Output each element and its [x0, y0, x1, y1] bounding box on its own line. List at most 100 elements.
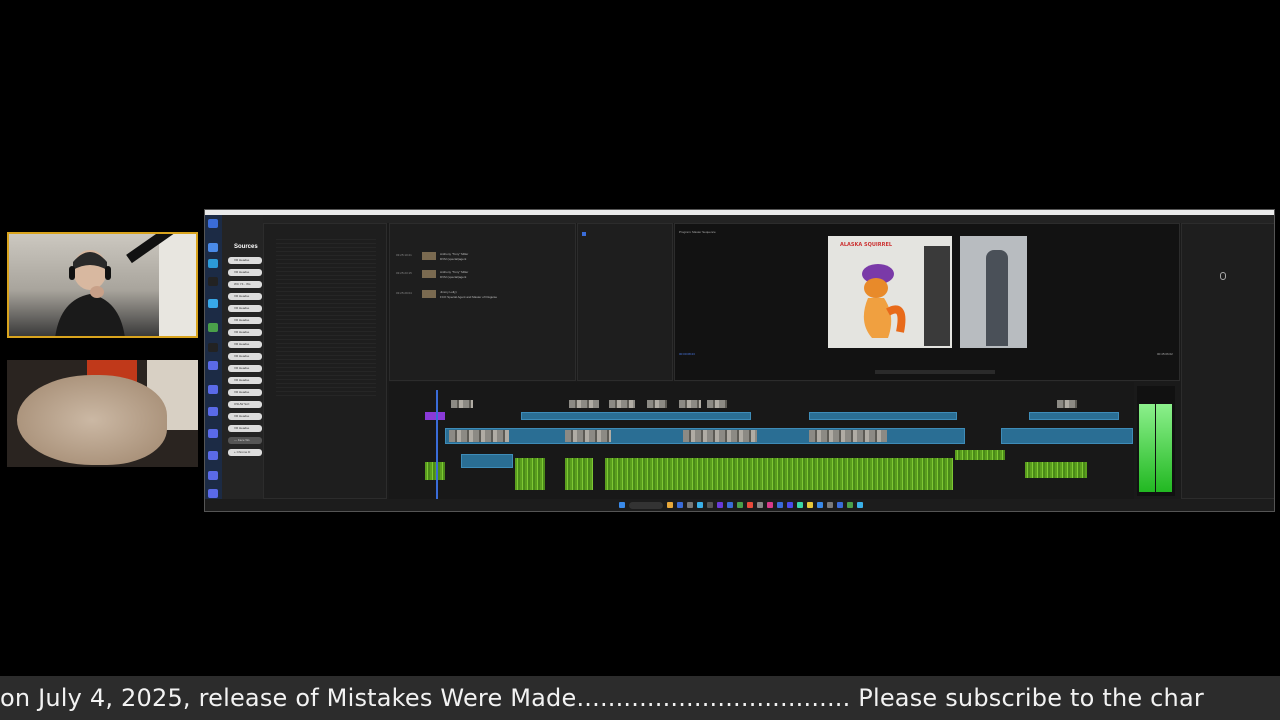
timeline-playhead[interactable]	[436, 390, 438, 500]
video-thumbnails	[809, 430, 887, 442]
taskbar-app-icon[interactable]	[847, 502, 853, 508]
taskbar-app-icon[interactable]	[807, 502, 813, 508]
meter-bar-right	[1156, 404, 1172, 492]
caption-row[interactable]: 03:25:10:21 Anthony "Tony" Miller DVM (s…	[392, 252, 572, 261]
video-clip[interactable]	[1029, 412, 1119, 420]
selection-tool-icon[interactable]	[582, 232, 586, 236]
source-item[interactable]: VR Headse	[228, 293, 262, 300]
source-item[interactable]: VR Headse	[228, 317, 262, 324]
video-clip[interactable]	[1001, 428, 1133, 444]
video-clip[interactable]	[1057, 400, 1077, 408]
taskbar-app-icon[interactable]	[857, 502, 863, 508]
video-thumbnails	[565, 430, 611, 442]
audio-clip[interactable]	[425, 462, 445, 480]
search-bar[interactable]	[629, 502, 663, 509]
video-clip[interactable]	[809, 412, 957, 420]
caption-row[interactable]: 03:25:29:04 Jimmy Lolly) FCO Special Age…	[392, 290, 572, 299]
source-item[interactable]: — Face Ws	[228, 437, 262, 444]
graphic-clip[interactable]	[425, 412, 445, 420]
sources-title: Sources	[234, 244, 258, 250]
app-icon[interactable]	[208, 343, 218, 352]
taskbar-app-icon[interactable]	[667, 502, 673, 508]
discord-icon[interactable]	[208, 361, 218, 370]
source-item[interactable]: VR Headse	[228, 377, 262, 384]
obs-sources-panel: Sources VR Headse VR Headse WC Y4 - Ws V…	[222, 215, 263, 499]
taskbar-app-icon[interactable]	[827, 502, 833, 508]
discord-icon[interactable]	[208, 489, 218, 498]
source-item[interactable]: VR Headse	[228, 329, 262, 336]
app-icon[interactable]	[208, 323, 218, 332]
squirrel-drawing	[862, 264, 906, 338]
source-item[interactable]: VR Headse	[228, 269, 262, 276]
source-item[interactable]: VR Headse	[228, 413, 262, 420]
person-silhouette	[986, 250, 1008, 346]
meter-bar-left	[1139, 404, 1155, 492]
taskbar-app-icon[interactable]	[777, 502, 783, 508]
taskbar-app-icon[interactable]	[747, 502, 753, 508]
waveform-icon	[1220, 272, 1226, 280]
source-item[interactable]: + Chrome D	[228, 449, 262, 456]
source-item[interactable]: OSUW Scrl	[228, 401, 262, 408]
taskbar-app-icon[interactable]	[727, 502, 733, 508]
source-item[interactable]: VR Headse	[228, 257, 262, 264]
audio-clip[interactable]	[515, 458, 545, 490]
taskbar-app-icon[interactable]	[717, 502, 723, 508]
audio-clip[interactable]	[605, 458, 953, 490]
taskbar-app-icon[interactable]	[757, 502, 763, 508]
taskbar-app-icon[interactable]	[797, 502, 803, 508]
video-clip[interactable]	[679, 400, 701, 408]
source-item[interactable]: VR Headse	[228, 353, 262, 360]
source-item[interactable]: VR Headse	[228, 389, 262, 396]
streamer-figure	[55, 250, 125, 336]
source-item[interactable]: WC Y4 - Ws	[228, 281, 262, 288]
app-icon[interactable]	[208, 243, 218, 252]
audio-clip-blue[interactable]	[461, 454, 513, 468]
taskbar-app-icon[interactable]	[697, 502, 703, 508]
video-clip[interactable]	[569, 400, 599, 408]
taskbar-app-icon[interactable]	[817, 502, 823, 508]
background-shelf	[159, 234, 196, 336]
caption-thumbnail	[422, 270, 436, 278]
audio-clip[interactable]	[955, 450, 1005, 460]
obs-sidebar-icon[interactable]	[208, 219, 218, 228]
discord-icon[interactable]	[208, 471, 218, 480]
windows-start-icon[interactable]	[619, 502, 625, 508]
taskbar-app-icon[interactable]	[837, 502, 843, 508]
app-icon[interactable]	[208, 277, 218, 286]
caption-row[interactable]: 03:25:23:15 Anthony "Tony" Miller DVM (s…	[392, 270, 572, 279]
source-item[interactable]: VR Headse	[228, 305, 262, 312]
source-item[interactable]: VR Headse	[228, 365, 262, 372]
tools-panel	[577, 223, 673, 381]
taskbar-app-icon[interactable]	[687, 502, 693, 508]
taskbar-app-icon[interactable]	[677, 502, 683, 508]
source-item[interactable]: VR Headse	[228, 425, 262, 432]
caption-time: 03:25:10:21	[396, 253, 412, 257]
discord-icon[interactable]	[208, 407, 218, 416]
video-clip[interactable]	[707, 400, 727, 408]
video-frame-poster: ALASKA SQUIRREL	[828, 236, 952, 348]
taskbar-app-icon[interactable]	[737, 502, 743, 508]
video-clip[interactable]	[609, 400, 635, 408]
discord-icon[interactable]	[208, 451, 218, 460]
taskbar-app-icon[interactable]	[767, 502, 773, 508]
taskbar-app-icon[interactable]	[787, 502, 793, 508]
project-bin-panel	[263, 223, 387, 499]
taskbar-app-icon[interactable]	[707, 502, 713, 508]
discord-icon[interactable]	[208, 385, 218, 394]
video-clip[interactable]	[521, 412, 751, 420]
app-icon[interactable]	[208, 299, 218, 308]
webcam-face	[7, 232, 198, 338]
caption-time: 03:25:23:15	[396, 271, 412, 275]
timeline-panel[interactable]	[389, 382, 1134, 500]
discord-icon[interactable]	[208, 429, 218, 438]
fluffy-rug	[17, 375, 167, 465]
news-ticker: on July 4, 2025, release of Mistakes Wer…	[0, 676, 1280, 720]
audio-clip[interactable]	[1025, 462, 1087, 478]
program-duration: 00:45:06:02	[1157, 352, 1173, 356]
app-icon[interactable]	[208, 259, 218, 268]
video-clip[interactable]	[451, 400, 473, 408]
source-item[interactable]: VR Headse	[228, 341, 262, 348]
video-clip[interactable]	[647, 400, 667, 408]
audio-clip[interactable]	[565, 458, 593, 490]
transport-controls[interactable]	[875, 370, 995, 374]
